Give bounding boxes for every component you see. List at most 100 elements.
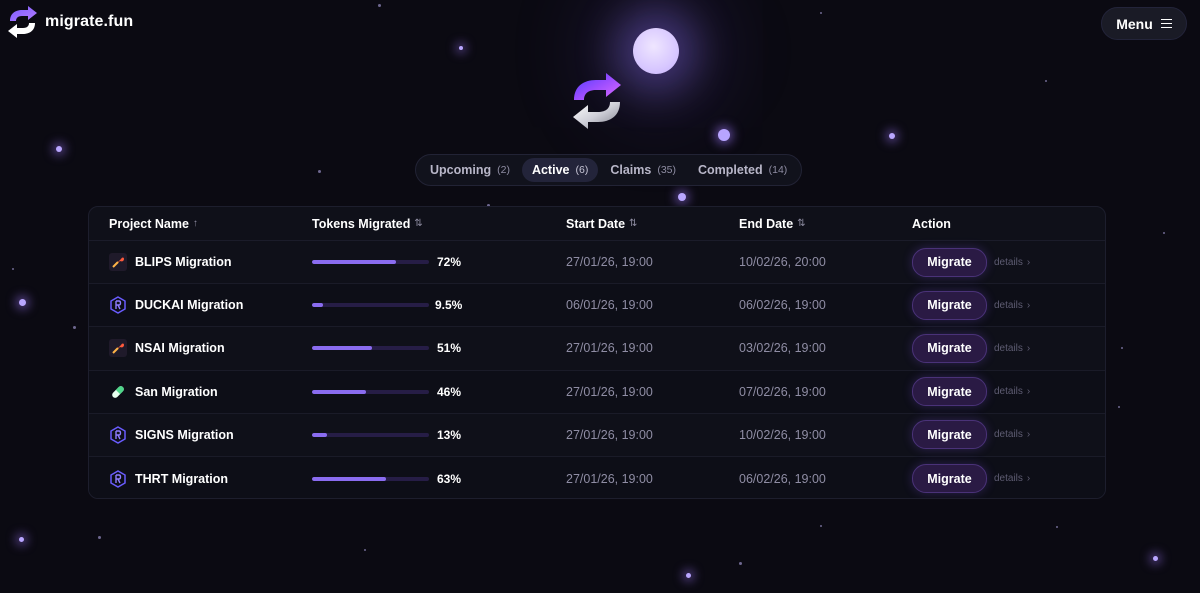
progress-bar xyxy=(312,346,429,351)
star xyxy=(686,573,691,578)
star xyxy=(820,12,822,14)
project-name: BLIPS Migration xyxy=(135,255,232,270)
migrate-button[interactable]: Migrate xyxy=(912,247,987,277)
pill-icon xyxy=(109,383,127,401)
details-label: details xyxy=(994,429,1023,441)
column-header-start-date[interactable]: Start Date ⇅ xyxy=(546,217,719,231)
progress-bar xyxy=(312,260,429,265)
moon-decoration xyxy=(633,28,679,74)
star xyxy=(459,46,463,50)
chevron-right-icon: › xyxy=(1026,256,1031,268)
tab-label: Completed xyxy=(698,163,763,177)
table-row[interactable]: BLIPS Migration 72% 27/01/26, 19:00 10/0… xyxy=(89,241,1105,285)
project-name: SIGNS Migration xyxy=(135,427,234,442)
table-row[interactable]: DUCKAI Migration 9.5% 06/01/26, 19:00 06… xyxy=(89,284,1105,328)
end-date: 07/02/26, 19:00 xyxy=(739,384,826,399)
progress-fill xyxy=(312,476,386,481)
brand-logo[interactable]: migrate.fun xyxy=(6,5,133,39)
end-date: 10/02/26, 20:00 xyxy=(739,255,826,270)
star xyxy=(378,4,381,7)
status-tabs: Upcoming (2) Active (6) Claims (35) Comp… xyxy=(415,154,803,186)
table-row[interactable]: San Migration 46% 27/01/26, 19:00 07/02/… xyxy=(89,370,1105,414)
column-header-label: Start Date xyxy=(566,216,626,231)
column-header-label: End Date xyxy=(739,216,794,231)
progress-percent: 63% xyxy=(436,471,461,486)
raydium-icon xyxy=(109,425,127,444)
progress-fill xyxy=(312,432,328,437)
column-header-end-date[interactable]: End Date ⇅ xyxy=(719,217,892,231)
progress-bar xyxy=(312,303,429,308)
progress-cell: 51% xyxy=(292,341,546,355)
sort-icon: ⇅ xyxy=(629,218,638,229)
column-header-label: Action xyxy=(912,216,951,231)
star xyxy=(1163,232,1165,234)
bonk-icon xyxy=(109,253,127,272)
table-row[interactable]: THRT Migration 63% 27/01/26, 19:00 06/02… xyxy=(89,456,1105,498)
progress-cell: 46% xyxy=(292,385,546,399)
progress-percent: 51% xyxy=(436,341,461,356)
column-header-tokens[interactable]: Tokens Migrated ⇅ xyxy=(292,217,546,231)
details-link[interactable]: details › xyxy=(994,300,1030,311)
star xyxy=(1045,80,1047,82)
project-cell: SIGNS Migration xyxy=(89,425,292,444)
end-date: 06/02/26, 19:00 xyxy=(739,298,826,313)
progress-percent: 13% xyxy=(436,427,461,442)
project-cell: DUCKAI Migration xyxy=(89,296,292,315)
project-name: San Migration xyxy=(135,384,218,399)
raydium-icon xyxy=(109,469,127,488)
details-link[interactable]: details › xyxy=(994,343,1030,354)
sort-asc-icon: ↑ xyxy=(192,218,198,229)
progress-fill xyxy=(312,303,324,308)
migrate-button[interactable]: Migrate xyxy=(912,420,987,450)
chevron-right-icon: › xyxy=(1026,473,1031,485)
tab-completed[interactable]: Completed (14) xyxy=(688,158,797,182)
migrate-button[interactable]: Migrate xyxy=(912,464,987,494)
star xyxy=(56,146,62,152)
migrate-button[interactable]: Migrate xyxy=(912,290,987,320)
brand-name: migrate.fun xyxy=(45,13,134,30)
migrate-button[interactable]: Migrate xyxy=(912,377,987,407)
chevron-right-icon: › xyxy=(1026,342,1031,354)
tab-label: Upcoming xyxy=(430,163,492,177)
column-header-project[interactable]: Project Name ↑ xyxy=(89,217,292,231)
end-date: 03/02/26, 19:00 xyxy=(739,341,826,356)
star xyxy=(739,562,742,565)
star xyxy=(678,193,686,201)
star xyxy=(889,133,895,139)
star xyxy=(1056,526,1058,528)
tab-active[interactable]: Active (6) xyxy=(521,158,599,182)
details-link[interactable]: details › xyxy=(994,386,1030,397)
start-date: 27/01/26, 19:00 xyxy=(566,384,653,399)
tab-count: (35) xyxy=(657,164,677,176)
star xyxy=(19,537,24,542)
tab-upcoming[interactable]: Upcoming (2) xyxy=(420,158,520,182)
menu-button[interactable]: Menu xyxy=(1101,7,1187,40)
progress-bar xyxy=(312,389,429,394)
raydium-icon xyxy=(109,296,127,315)
tab-count: (14) xyxy=(768,164,788,176)
column-header-action: Action xyxy=(892,217,1105,231)
hero-swap-arrows-icon xyxy=(573,73,621,129)
migrate-button[interactable]: Migrate xyxy=(912,333,987,363)
action-cell: Migrate details › xyxy=(892,377,1105,407)
start-date: 06/01/26, 19:00 xyxy=(566,298,653,313)
swap-arrows-icon xyxy=(8,6,37,38)
star xyxy=(820,525,822,527)
star xyxy=(1121,347,1123,349)
project-name: NSAI Migration xyxy=(135,341,225,356)
star xyxy=(1153,556,1158,561)
table-body: BLIPS Migration 72% 27/01/26, 19:00 10/0… xyxy=(89,241,1105,498)
details-link[interactable]: details › xyxy=(994,429,1030,440)
details-link[interactable]: details › xyxy=(994,473,1030,484)
table-row[interactable]: SIGNS Migration 13% 27/01/26, 19:00 10/0… xyxy=(89,414,1105,457)
star xyxy=(12,268,14,270)
tab-claims[interactable]: Claims (35) xyxy=(600,158,686,182)
details-link[interactable]: details › xyxy=(994,257,1030,268)
progress-bar xyxy=(312,432,429,437)
table-row[interactable]: NSAI Migration 51% 27/01/26, 19:00 03/02… xyxy=(89,327,1105,371)
start-date: 27/01/26, 19:00 xyxy=(566,341,653,356)
progress-cell: 72% xyxy=(292,255,546,269)
action-cell: Migrate details › xyxy=(892,420,1105,450)
action-cell: Migrate details › xyxy=(892,464,1105,494)
chevron-right-icon: › xyxy=(1026,429,1031,441)
